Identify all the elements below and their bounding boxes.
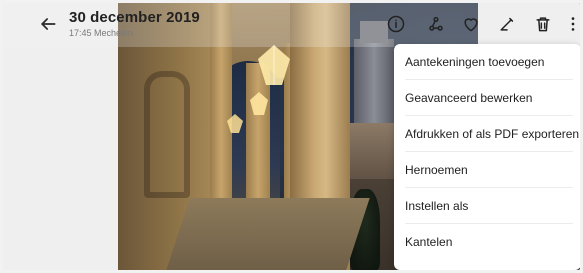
menu-item-label: Geavanceerd bewerken xyxy=(405,91,533,105)
page-subtitle: 17:45 Mechelen xyxy=(69,28,134,38)
photo-light-decoration xyxy=(254,43,294,89)
trash-icon xyxy=(533,14,553,39)
menu-item-label: Instellen als xyxy=(405,199,469,213)
back-button[interactable] xyxy=(35,13,61,39)
share-icon xyxy=(426,14,446,39)
photo-light-decoration xyxy=(226,113,244,135)
edit-pencil-icon xyxy=(497,14,517,39)
overflow-menu: Aantekeningen toevoegen Geavanceerd bewe… xyxy=(394,44,580,270)
share-button[interactable] xyxy=(423,13,449,39)
more-options-button[interactable] xyxy=(566,13,580,39)
menu-item-label: Afdrukken of als PDF exporteren xyxy=(405,127,580,141)
photo-floor xyxy=(166,198,370,270)
menu-item-label: Aantekeningen toevoegen xyxy=(405,55,545,69)
more-vertical-icon xyxy=(563,14,580,39)
photo-viewer: 30 december 2019 17:45 Mechelen Aanteken… xyxy=(3,3,580,270)
edit-button[interactable] xyxy=(494,13,520,39)
photo-light-decoration xyxy=(248,91,270,117)
info-icon xyxy=(386,14,406,39)
menu-item-label: Hernoemen xyxy=(405,163,468,177)
menu-item-set-as[interactable]: Instellen als xyxy=(394,188,580,224)
delete-button[interactable] xyxy=(530,13,556,39)
menu-item-rotate[interactable]: Kantelen xyxy=(394,224,580,260)
menu-item-add-notes[interactable]: Aantekeningen toevoegen xyxy=(394,44,580,80)
menu-item-advanced-edit[interactable]: Geavanceerd bewerken xyxy=(394,80,580,116)
menu-item-label: Kantelen xyxy=(405,235,453,249)
menu-item-rename[interactable]: Hernoemen xyxy=(394,152,580,188)
info-button[interactable] xyxy=(383,13,409,39)
menu-item-print-export-pdf[interactable]: Afdrukken of als PDF exporteren xyxy=(394,116,580,152)
arrow-left-icon xyxy=(38,14,58,39)
page-title: 30 december 2019 xyxy=(69,9,200,26)
